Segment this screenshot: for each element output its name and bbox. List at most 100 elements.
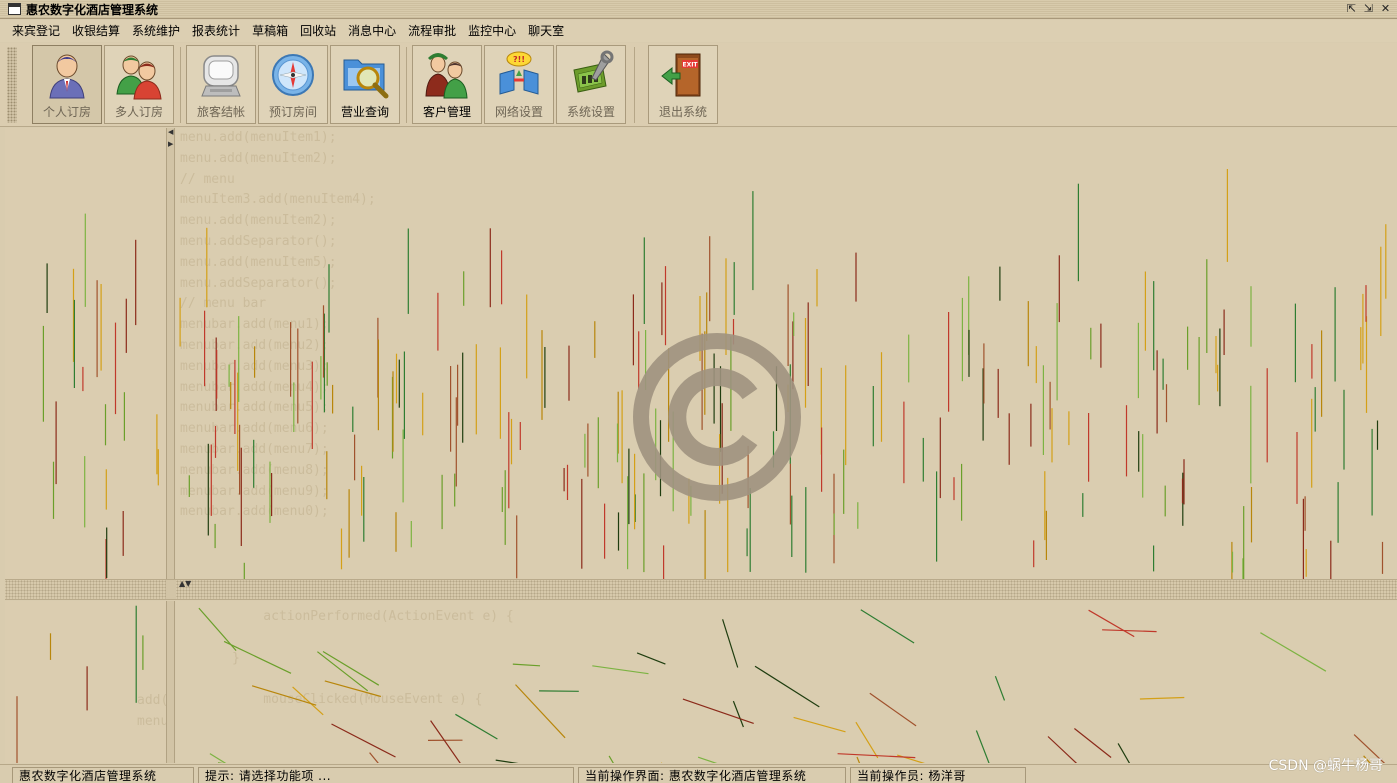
horizontal-splitter[interactable]: ▲▼ bbox=[5, 579, 1397, 600]
status-bar: 惠农数字化酒店管理系统 提示: 请选择功能项 ... 当前操作界面: 惠农数字化… bbox=[0, 764, 1397, 783]
splitter-arrows-icon[interactable]: ▲▼ bbox=[179, 579, 191, 588]
two-persons-icon bbox=[116, 55, 162, 100]
close-button[interactable]: ✕ bbox=[1378, 2, 1393, 16]
menu-message-center[interactable]: 消息中心 bbox=[342, 20, 402, 42]
toolbar: 个人订房 多人订房 旅客结帐 预订房间 营业查询 客户管理 ?!! 网络设置 系… bbox=[0, 43, 1397, 127]
toolbar-separator bbox=[180, 47, 181, 123]
tools-icon bbox=[573, 50, 614, 93]
rain-streak bbox=[198, 607, 237, 651]
single-booking-label: 个人订房 bbox=[42, 105, 91, 119]
rain-streak bbox=[1088, 609, 1135, 638]
rain-streak bbox=[1102, 629, 1157, 633]
business-query-button[interactable]: 营业查询 bbox=[330, 45, 400, 124]
group-booking-label: 多人订房 bbox=[114, 105, 163, 119]
rain-streak bbox=[317, 651, 369, 692]
rain-streak bbox=[495, 759, 519, 763]
rain-streak bbox=[455, 713, 498, 740]
rain-streak bbox=[515, 684, 566, 739]
rain-streak bbox=[1260, 632, 1327, 672]
rain-streak bbox=[860, 609, 915, 644]
exit-system-button[interactable]: EXIT 退出系统 bbox=[648, 45, 718, 124]
rain-streak bbox=[1074, 728, 1112, 758]
rain-streak bbox=[251, 685, 317, 706]
rain-streak bbox=[732, 700, 744, 728]
bottom-left-pane: add(new menu bbox=[5, 601, 166, 763]
rain-streak bbox=[592, 665, 649, 675]
toolbar-separator bbox=[406, 47, 407, 123]
menu-system-maintenance[interactable]: 系统维护 bbox=[126, 20, 186, 42]
customer-management-button[interactable]: 客户管理 bbox=[412, 45, 482, 124]
rain-streak bbox=[331, 723, 396, 758]
menu-recycle-bin[interactable]: 回收站 bbox=[294, 20, 342, 42]
rain-streak bbox=[837, 753, 916, 759]
menu-drafts[interactable]: 草稿箱 bbox=[246, 20, 294, 42]
collapse-left-arrow-icon[interactable]: ◀ bbox=[168, 128, 173, 136]
background-slanted-rain-animation bbox=[198, 607, 1386, 763]
rain-streak bbox=[512, 663, 541, 667]
toolbar-grip[interactable] bbox=[7, 47, 17, 123]
customer-icon bbox=[425, 53, 468, 99]
menu-report-statistics[interactable]: 报表统计 bbox=[186, 20, 246, 42]
single-booking-button[interactable]: 个人订房 bbox=[32, 45, 102, 124]
exit-door-icon: EXIT bbox=[661, 53, 701, 97]
menu-guest-registration[interactable]: 来宾登记 bbox=[6, 20, 66, 42]
rain-streak bbox=[209, 753, 227, 763]
rain-streak bbox=[1139, 696, 1185, 700]
rain-streak bbox=[223, 640, 292, 674]
group-booking-button[interactable]: 多人订房 bbox=[104, 45, 174, 124]
rain-streak bbox=[324, 680, 382, 698]
vertical-splitter[interactable]: ◀ ▶ bbox=[166, 128, 175, 579]
rain-streak bbox=[1117, 743, 1131, 763]
menu-monitor-center[interactable]: 监控中心 bbox=[462, 20, 522, 42]
reserve-room-label: 预订房间 bbox=[268, 105, 317, 119]
minimize-button[interactable]: ⇱ bbox=[1344, 2, 1359, 16]
rain-streak bbox=[369, 752, 379, 763]
splitter-junction bbox=[166, 580, 176, 599]
app-window-icon bbox=[8, 3, 21, 15]
exit-sign-text: EXIT bbox=[682, 62, 698, 69]
exit-system-label: 退出系统 bbox=[658, 105, 707, 119]
toolbar-separator bbox=[634, 47, 635, 123]
system-settings-button[interactable]: 系统设置 bbox=[556, 45, 626, 124]
rain-streak bbox=[430, 720, 461, 763]
background-rain-animation bbox=[16, 605, 144, 763]
bottom-log-pane: actionPerformed(ActionEvent e) { } mouse… bbox=[176, 601, 1397, 763]
network-badge-text: ?!! bbox=[513, 55, 525, 64]
expand-right-arrow-icon[interactable]: ▶ bbox=[168, 140, 173, 148]
status-app-name: 惠农数字化酒店管理系统 bbox=[12, 767, 194, 783]
rain-streak bbox=[722, 619, 739, 668]
rain-streak bbox=[608, 755, 614, 763]
status-current-view: 当前操作界面: 惠农数字化酒店管理系统 bbox=[578, 767, 846, 783]
rain-streak bbox=[994, 675, 1006, 701]
rain-streak bbox=[322, 650, 380, 686]
rain-streak bbox=[292, 686, 324, 716]
rain-streak bbox=[869, 692, 917, 727]
network-settings-button[interactable]: ?!! 网络设置 bbox=[484, 45, 554, 124]
main-workspace: menu.add(menuItem1); menu.add(menuItem2)… bbox=[176, 128, 1397, 579]
menu-workflow-approval[interactable]: 流程审批 bbox=[402, 20, 462, 42]
rain-streak bbox=[793, 716, 846, 733]
vertical-splitter-bottom[interactable] bbox=[166, 601, 175, 763]
window-controls: ⇱ ⇲ ✕ bbox=[1344, 2, 1393, 16]
maximize-button[interactable]: ⇲ bbox=[1361, 2, 1376, 16]
rain-streak bbox=[754, 665, 820, 708]
menu-bar: 来宾登记 收银结算 系统维护 报表统计 草稿箱 回收站 消息中心 流程审批 监控… bbox=[0, 20, 1397, 42]
guest-checkout-label: 旅客结帐 bbox=[196, 105, 245, 119]
computer-icon bbox=[201, 55, 241, 97]
window-title: 惠农数字化酒店管理系统 bbox=[26, 2, 159, 17]
rain-streak bbox=[636, 652, 666, 665]
menu-chat-room[interactable]: 聊天室 bbox=[522, 20, 570, 42]
reserve-room-button[interactable]: 预订房间 bbox=[258, 45, 328, 124]
menu-cashier-settlement[interactable]: 收银结算 bbox=[66, 20, 126, 42]
status-operator: 当前操作员: 杨洋哥 bbox=[850, 767, 1026, 783]
guest-checkout-button[interactable]: 旅客结帐 bbox=[186, 45, 256, 124]
copyright-icon bbox=[633, 333, 801, 501]
rain-streak bbox=[856, 756, 861, 763]
rain-streak bbox=[682, 698, 754, 724]
left-navigation-pane bbox=[5, 128, 166, 579]
rain-streak bbox=[975, 730, 990, 763]
rain-streak bbox=[897, 754, 925, 763]
csdn-watermark: CSDN @蜗牛杨哥 bbox=[1268, 758, 1383, 774]
rain-streak bbox=[697, 756, 718, 763]
compass-icon bbox=[272, 54, 314, 96]
